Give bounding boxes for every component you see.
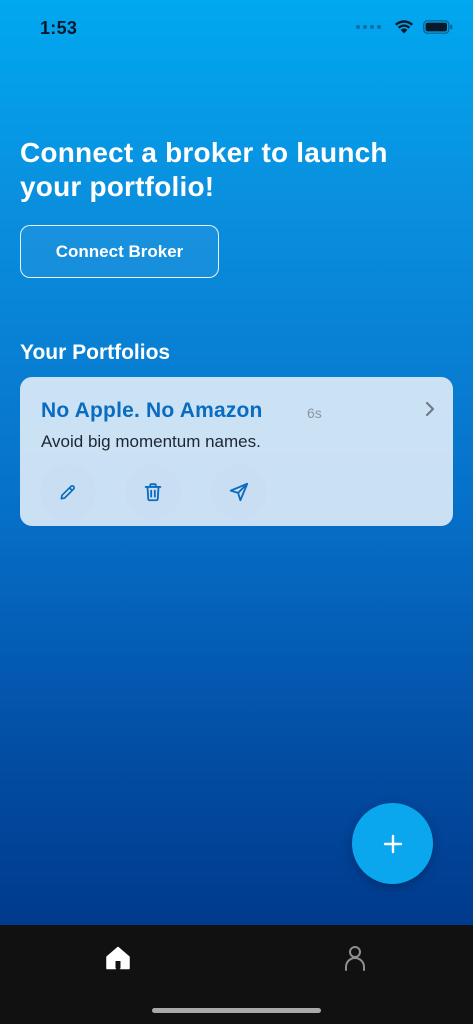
- tab-home[interactable]: [98, 941, 138, 975]
- page-headline: Connect a broker to launch your portfoli…: [20, 137, 388, 202]
- home-icon: [106, 946, 130, 970]
- pencil-icon: [60, 485, 75, 500]
- status-time: 1:53: [40, 18, 78, 38]
- delete-portfolio-button[interactable]: [125, 464, 181, 520]
- person-icon: [345, 946, 365, 971]
- status-icons: [356, 19, 453, 34]
- tab-profile[interactable]: [335, 941, 375, 975]
- battery-icon: [423, 19, 453, 34]
- plus-icon: [383, 834, 402, 853]
- portfolio-description: Avoid big momentum names.: [41, 432, 261, 451]
- home-indicator: [152, 1008, 321, 1013]
- app-screen: 1:53 Connect a broker to launch your por…: [0, 0, 473, 925]
- status-bar: 1:53: [0, 0, 473, 56]
- send-icon: [229, 482, 249, 502]
- portfolio-age: 6s: [307, 405, 322, 421]
- edit-portfolio-button[interactable]: [40, 464, 96, 520]
- share-portfolio-button[interactable]: [211, 464, 267, 520]
- portfolio-title: No Apple. No Amazon: [41, 399, 263, 422]
- chevron-right-icon[interactable]: [425, 401, 435, 417]
- wifi-icon: [395, 20, 413, 34]
- connect-broker-button[interactable]: Connect Broker: [20, 225, 219, 278]
- trash-icon: [144, 483, 162, 502]
- portfolio-card[interactable]: No Apple. No Amazon 6s Avoid big momentu…: [20, 377, 453, 526]
- add-portfolio-button[interactable]: [352, 803, 433, 884]
- section-title-portfolios: Your Portfolios: [20, 341, 171, 364]
- cellular-dots-icon: [356, 24, 381, 29]
